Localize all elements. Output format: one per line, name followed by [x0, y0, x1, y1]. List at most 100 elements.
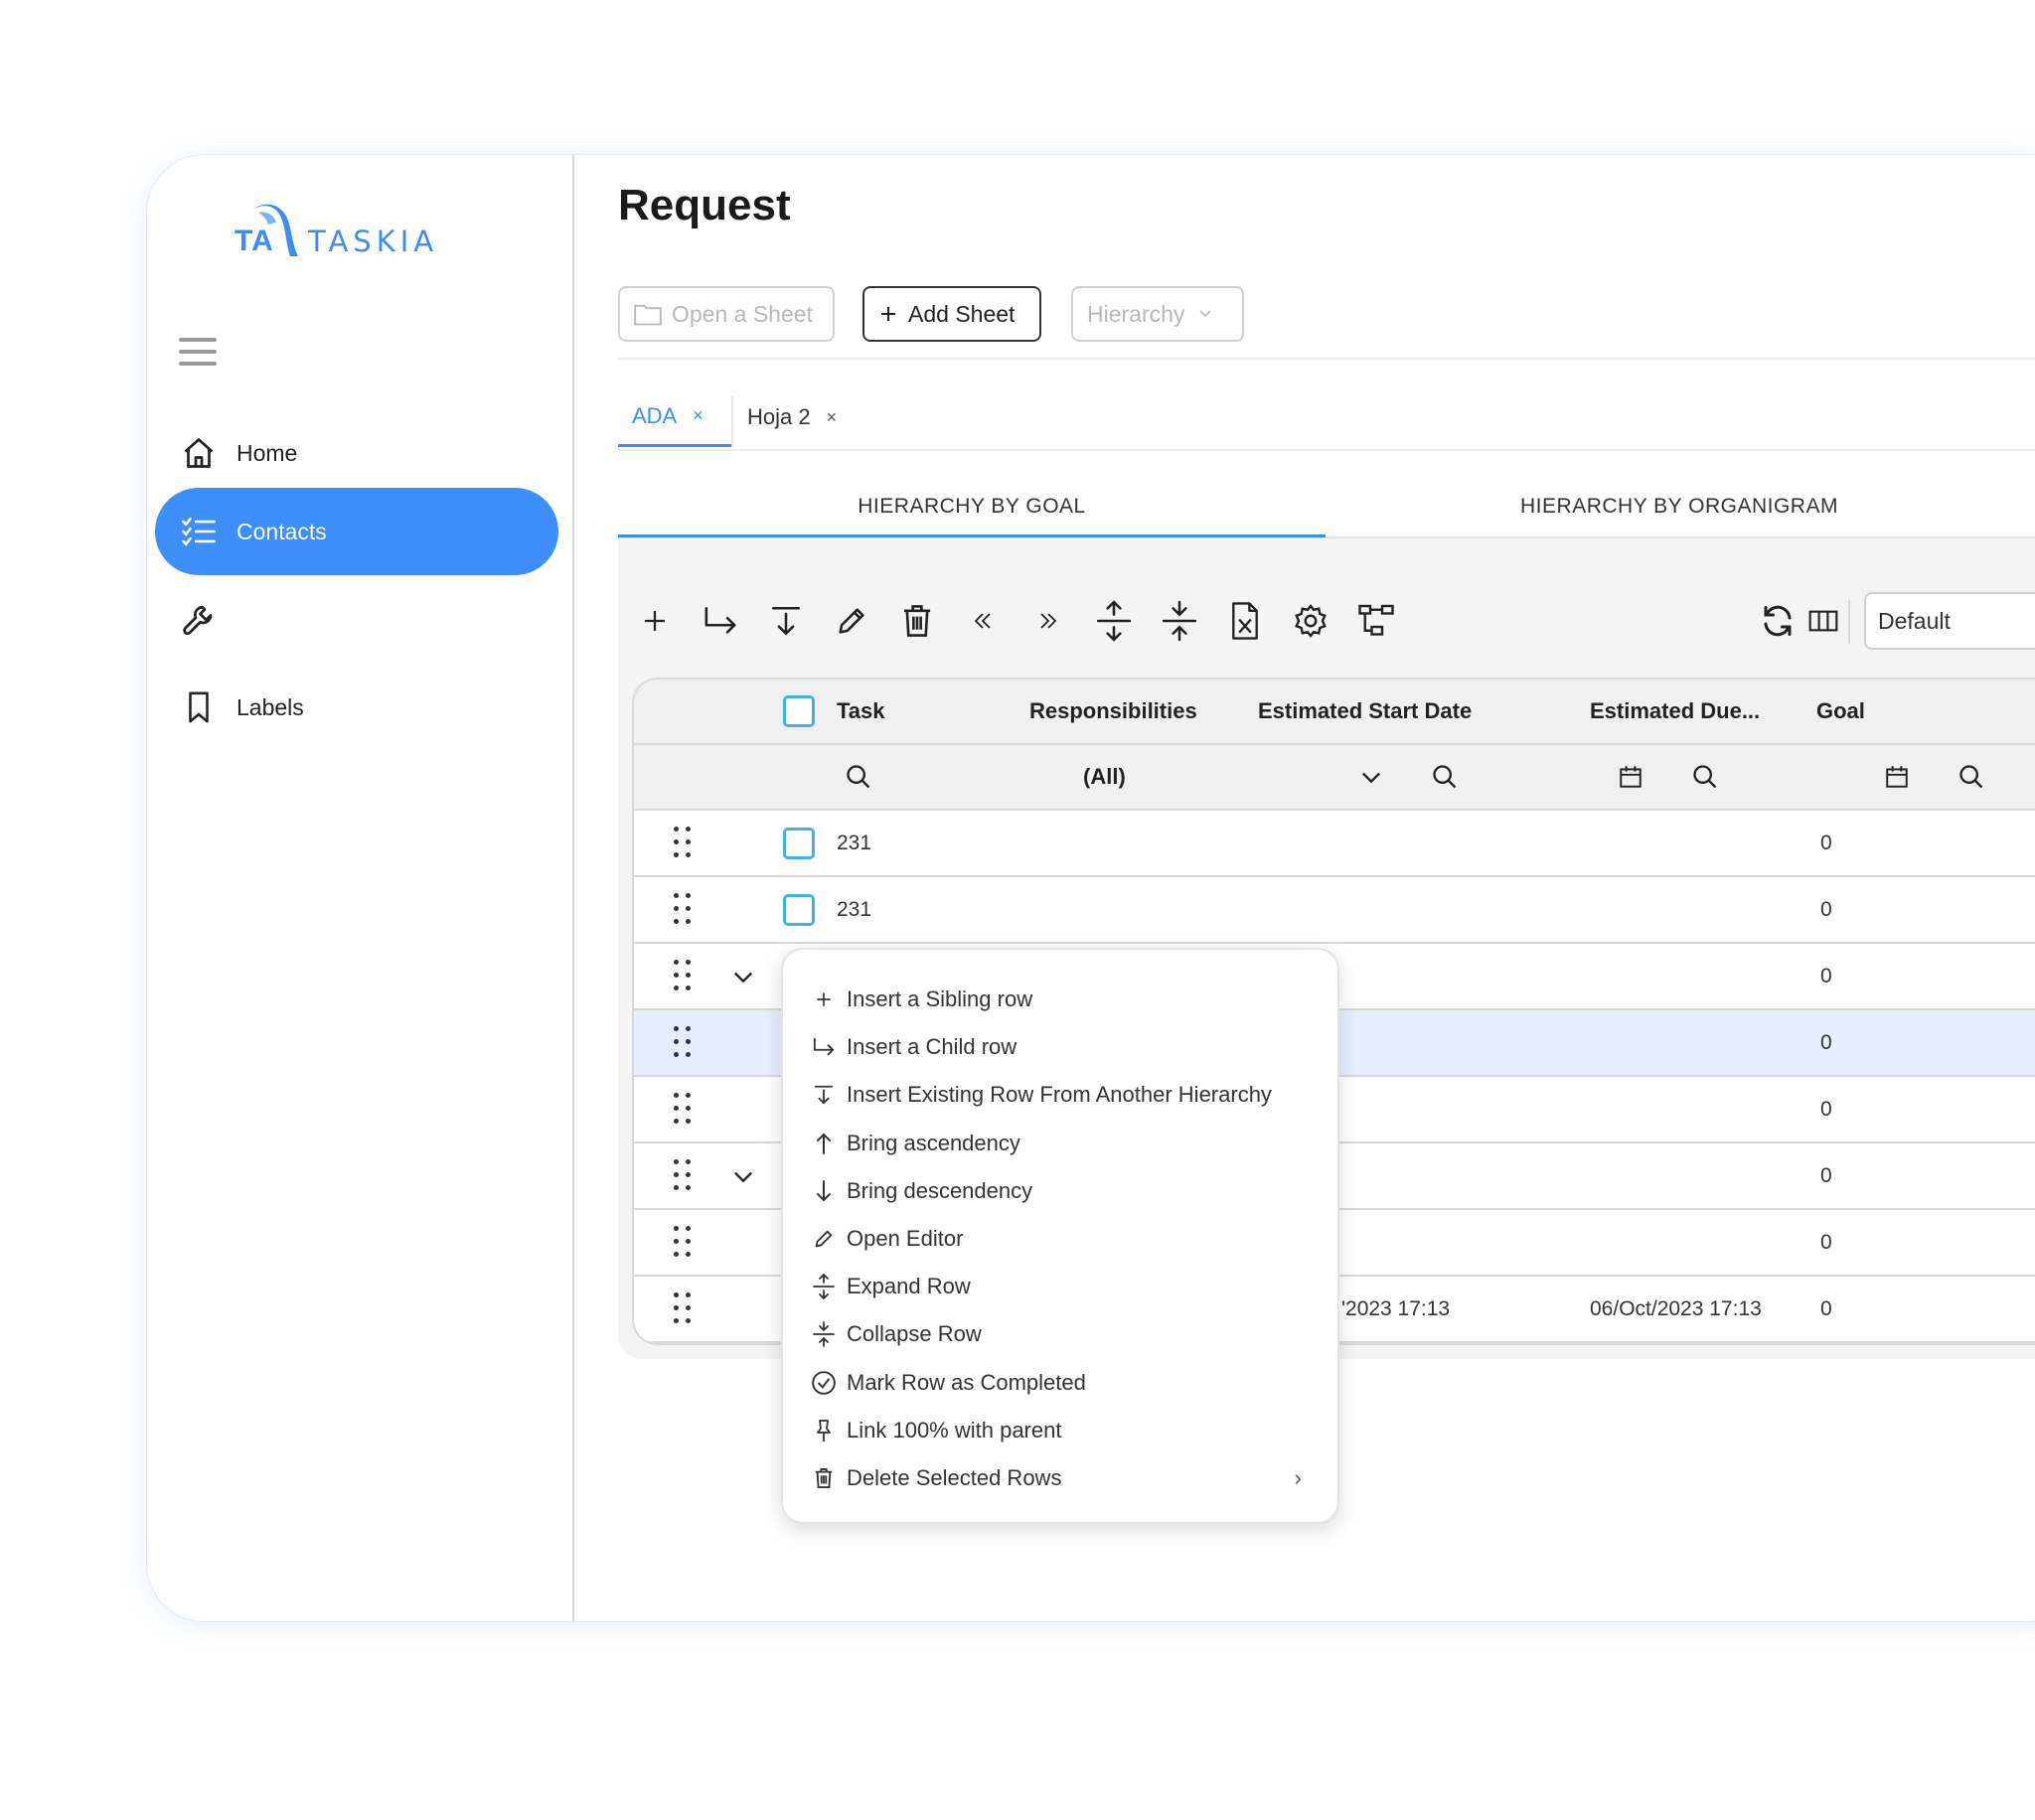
menu-item-label: Collapse Row: [847, 1321, 982, 1347]
drag-handle-icon[interactable]: [674, 1026, 696, 1062]
sidebar-item-contacts[interactable]: Contacts: [155, 488, 558, 575]
drag-handle-icon[interactable]: [674, 1093, 696, 1129]
table-row[interactable]: 231 0: [634, 877, 2035, 944]
hierarchy-icon[interactable]: [1355, 600, 1397, 642]
double-chevron-right-icon[interactable]: [1027, 600, 1069, 642]
close-icon[interactable]: ×: [827, 407, 838, 428]
calendar-icon[interactable]: [1884, 745, 1910, 809]
grid-toolbar: Default: [618, 586, 2035, 656]
menu-item-label: Insert a Sibling row: [847, 986, 1033, 1011]
pencil-icon: [811, 1226, 837, 1252]
wrench-icon: [179, 600, 219, 640]
cell-task: 231: [837, 831, 872, 854]
pencil-icon[interactable]: [831, 600, 872, 642]
view-select[interactable]: Default: [1864, 592, 2035, 650]
columns-icon[interactable]: [1802, 600, 1844, 642]
tab-hierarchy-by-organigram[interactable]: HIERARCHY BY ORGANIGRAM: [1326, 479, 2033, 534]
sheet-tab-ada[interactable]: ADA ×: [618, 387, 731, 447]
search-icon[interactable]: [1431, 745, 1459, 809]
menu-item-label: Bring descendency: [847, 1177, 1033, 1203]
sidebar-item-tools[interactable]: [155, 576, 558, 664]
hierarchy-label: Hierarchy: [1087, 300, 1185, 327]
menu-toggle-icon[interactable]: [179, 338, 217, 370]
menu-item-link-100-with-parent[interactable]: Link 100% with parent: [811, 1411, 1318, 1450]
drag-handle-icon[interactable]: [674, 893, 696, 929]
menu-item-label: Insert Existing Row From Another Hierarc…: [847, 1082, 1272, 1108]
cell-goal: 0: [1820, 897, 1832, 921]
menu-item-bring-ascendency[interactable]: Bring ascendency: [811, 1124, 1318, 1163]
logo-mark: TA: [233, 199, 300, 260]
menu-item-label: Expand Row: [847, 1274, 971, 1299]
menu-item-bring-descendency[interactable]: Bring descendency: [811, 1171, 1318, 1211]
column-header-goal[interactable]: Goal: [1816, 680, 1865, 743]
chevron-down-icon[interactable]: [1357, 745, 1385, 809]
drag-handle-icon[interactable]: [674, 1292, 696, 1328]
table-row[interactable]: 231 0: [634, 811, 2035, 877]
sidebar: TA TASKIA Home Contacts Labels: [147, 155, 574, 1621]
menu-item-collapse-row[interactable]: Collapse Row: [811, 1314, 1318, 1354]
hierarchy-dropdown[interactable]: Hierarchy: [1071, 286, 1244, 342]
column-header-responsibilities[interactable]: Responsibilities: [1029, 680, 1197, 743]
add-sheet-button[interactable]: Add Sheet: [862, 286, 1041, 342]
sidebar-item-home[interactable]: Home: [155, 409, 558, 497]
menu-item-open-editor[interactable]: Open Editor: [811, 1219, 1318, 1259]
menu-item-expand-row[interactable]: Expand Row: [811, 1267, 1318, 1306]
sheet-tabs: ADA × Hoja 2 ×: [618, 387, 2035, 451]
drag-handle-icon[interactable]: [674, 1226, 696, 1262]
menu-item-insert-existing-row-from-another-hierarchy[interactable]: Insert Existing Row From Another Hierarc…: [811, 1075, 1318, 1115]
menu-item-mark-row-as-completed[interactable]: Mark Row as Completed: [811, 1363, 1318, 1403]
drag-handle-icon[interactable]: [674, 827, 696, 862]
folder-icon: [634, 302, 662, 326]
sheet-tab-hoja-2[interactable]: Hoja 2 ×: [747, 387, 837, 447]
trash-icon[interactable]: [896, 600, 938, 642]
menu-item-label: Insert a Child row: [847, 1034, 1018, 1060]
chevron-down-icon[interactable]: [729, 944, 757, 1008]
search-icon[interactable]: [1957, 745, 1985, 809]
logo-mark-text: TA: [235, 225, 274, 257]
drag-handle-icon[interactable]: [674, 1159, 696, 1195]
brand-logo[interactable]: TA TASKIA: [233, 199, 438, 260]
double-chevron-left-icon[interactable]: [962, 600, 1004, 642]
cell-due-date: 06/Oct/2023 17:13: [1590, 1296, 1762, 1320]
gear-icon[interactable]: [1290, 600, 1331, 642]
calendar-icon[interactable]: [1618, 745, 1644, 809]
tab-separator: [731, 395, 733, 447]
chevron-down-icon[interactable]: [729, 1143, 757, 1208]
responsibilities-filter[interactable]: (All): [1083, 745, 1126, 809]
expand-icon[interactable]: [1093, 600, 1135, 642]
plus-icon[interactable]: [634, 600, 676, 642]
close-icon[interactable]: ×: [693, 405, 704, 426]
row-checkbox[interactable]: [783, 877, 815, 942]
chevron-right-icon: ›: [1294, 1465, 1302, 1490]
menu-item-label: Delete Selected Rows: [847, 1465, 1062, 1490]
column-header-start-date[interactable]: Estimated Start Date: [1258, 680, 1472, 743]
collapse-icon[interactable]: [1159, 600, 1200, 642]
cell-goal: 0: [1820, 964, 1832, 987]
child-arrow-icon[interactable]: [700, 600, 741, 642]
select-all-checkbox[interactable]: [783, 680, 815, 743]
plus-icon: [811, 986, 837, 1012]
excel-icon[interactable]: [1224, 600, 1266, 642]
sidebar-item-labels[interactable]: Labels: [155, 664, 558, 751]
arrow-up-icon: [811, 1131, 837, 1156]
open-sheet-button[interactable]: Open a Sheet: [618, 286, 835, 342]
menu-item-delete-selected-rows[interactable]: Delete Selected Rows ›: [811, 1458, 1318, 1498]
row-checkbox[interactable]: [783, 811, 815, 875]
drag-handle-icon[interactable]: [674, 960, 696, 995]
view-tabs: HIERARCHY BY GOAL HIERARCHY BY ORGANIGRA…: [618, 479, 2035, 538]
menu-item-insert-a-child-row[interactable]: Insert a Child row: [811, 1027, 1318, 1067]
bookmark-icon: [179, 687, 219, 727]
menu-item-label: Bring ascendency: [847, 1130, 1020, 1155]
search-icon[interactable]: [845, 745, 872, 809]
refresh-icon[interactable]: [1757, 600, 1799, 642]
cell-goal: 0: [1820, 1097, 1832, 1121]
check-circle-icon: [811, 1370, 837, 1396]
menu-item-insert-a-sibling-row[interactable]: Insert a Sibling row: [811, 980, 1318, 1019]
column-header-task[interactable]: Task: [837, 680, 885, 743]
column-header-due-date[interactable]: Estimated Due...: [1590, 680, 1760, 743]
insert-existing-icon[interactable]: [765, 600, 807, 642]
tab-hierarchy-by-goal[interactable]: HIERARCHY BY GOAL: [618, 479, 1326, 537]
menu-item-label: Mark Row as Completed: [847, 1369, 1086, 1395]
cell-task: 231: [837, 897, 872, 921]
search-icon[interactable]: [1691, 745, 1719, 809]
